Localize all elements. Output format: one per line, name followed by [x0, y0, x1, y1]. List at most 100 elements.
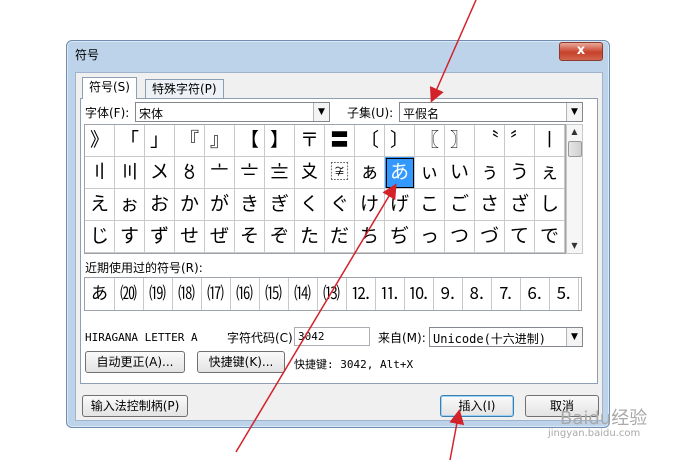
symbol-cell[interactable]: 〡 — [535, 125, 565, 157]
symbol-cell[interactable]: い — [445, 157, 475, 189]
symbol-cell[interactable]: ご — [445, 189, 475, 221]
symbol-cell[interactable]: て — [505, 221, 535, 253]
recent-symbol-cell[interactable]: ⒏ — [462, 278, 492, 310]
scroll-thumb[interactable] — [568, 141, 582, 157]
symbol-cell[interactable]: お — [145, 189, 175, 221]
symbol-cell-selected[interactable]: あ — [385, 157, 415, 189]
symbol-cell[interactable]: 〢 — [85, 157, 115, 189]
shortcut-key-button[interactable]: 快捷键(K)... — [197, 351, 285, 373]
chevron-down-icon[interactable]: ▼ — [566, 103, 582, 121]
symbol-cell[interactable]: ぎ — [265, 189, 295, 221]
symbol-cell[interactable]: 〖 — [415, 125, 445, 157]
subset-select[interactable]: 平假名 ▼ — [399, 102, 583, 122]
recent-symbol-cell[interactable]: ⒒ — [375, 278, 405, 310]
recent-symbol-cell[interactable]: ⒁ — [288, 278, 318, 310]
font-select[interactable]: 宋体 ▼ — [135, 102, 330, 122]
symbol-cell[interactable]: づ — [475, 221, 505, 253]
symbol-cell[interactable]: ず — [145, 221, 175, 253]
symbol-cell[interactable]: 〗 — [445, 125, 475, 157]
tab-symbols[interactable]: 符号(S) — [82, 77, 137, 99]
symbol-cell[interactable]: ざ — [505, 189, 535, 221]
symbol-cell[interactable]: 〧 — [235, 157, 265, 189]
recent-symbol-cell[interactable]: ⒌ — [549, 278, 579, 310]
symbol-cell[interactable]: 〩 — [295, 157, 325, 189]
symbol-cell[interactable]: 〒 — [295, 125, 325, 157]
symbol-cell[interactable]: 〕 — [385, 125, 415, 157]
symbol-cell[interactable]: が — [205, 189, 235, 221]
symbol-cell[interactable]: 〥 — [175, 157, 205, 189]
symbol-cell[interactable]: ぁ — [355, 157, 385, 189]
ime-control-button[interactable]: 输入法控制柄(P) — [82, 395, 188, 417]
symbol-cell[interactable]: 〣 — [115, 157, 145, 189]
scroll-up-icon[interactable]: ▲ — [567, 125, 582, 139]
chevron-down-icon[interactable]: ▼ — [313, 103, 329, 121]
recent-symbol-cell[interactable]: ⒇ — [114, 278, 144, 310]
char-code-input[interactable]: 3042 — [294, 327, 370, 346]
symbol-cell[interactable]: せ — [175, 221, 205, 253]
symbol-cell[interactable]: き — [235, 189, 265, 221]
recent-symbol-cell[interactable]: ⒐ — [433, 278, 463, 310]
symbol-cell[interactable]: そ — [235, 221, 265, 253]
symbol-cell[interactable]: ぅ — [475, 157, 505, 189]
symbol-cell[interactable]: ち — [355, 221, 385, 253]
symbol-cell[interactable]: 』 — [205, 125, 235, 157]
symbol-cell[interactable]: 〦 — [205, 157, 235, 189]
symbol-cell[interactable]: 〨 — [265, 157, 295, 189]
symbol-cell[interactable]: 〝 — [475, 125, 505, 157]
tab-special-characters[interactable]: 特殊字符(P) — [145, 79, 224, 98]
symbol-cell[interactable]: げ — [385, 189, 415, 221]
symbol-cell[interactable]: 〔 — [355, 125, 385, 157]
recent-symbol-cell[interactable]: ⒍ — [520, 278, 550, 310]
symbol-grid-scrollbar[interactable]: ▲ ▼ — [566, 124, 583, 254]
insert-button[interactable]: 插入(I) — [440, 395, 514, 417]
symbol-cell[interactable]: で — [535, 221, 565, 253]
symbol-cell[interactable]: ぞ — [265, 221, 295, 253]
symbol-cell[interactable]: ぇ — [535, 157, 565, 189]
symbol-cell[interactable]: 】 — [265, 125, 295, 157]
symbol-cell[interactable]: 〾 — [325, 157, 355, 189]
symbol-cell[interactable]: た — [295, 221, 325, 253]
from-select[interactable]: Unicode(十六进制) ▼ — [429, 327, 583, 347]
symbol-cell[interactable]: う — [505, 157, 535, 189]
symbol-cell[interactable]: さ — [475, 189, 505, 221]
recent-symbol-cell[interactable]: ⒂ — [259, 278, 289, 310]
symbol-cell[interactable]: ぢ — [385, 221, 415, 253]
dialog-title: 符号 — [75, 48, 100, 62]
symbol-cell[interactable]: 「 — [115, 125, 145, 157]
symbol-cell[interactable]: く — [295, 189, 325, 221]
close-button[interactable]: x — [559, 42, 603, 61]
recent-symbol-cell[interactable]: ⒄ — [201, 278, 231, 310]
symbol-cell[interactable]: ぐ — [325, 189, 355, 221]
symbol-cell[interactable]: だ — [325, 221, 355, 253]
symbol-cell[interactable]: ぜ — [205, 221, 235, 253]
symbol-cell[interactable]: ぉ — [115, 189, 145, 221]
symbol-cell[interactable]: え — [85, 189, 115, 221]
symbol-cell[interactable]: 」 — [145, 125, 175, 157]
symbol-cell[interactable]: 『 — [175, 125, 205, 157]
symbol-cell[interactable]: 〞 — [505, 125, 535, 157]
autocorrect-button[interactable]: 自动更正(A)... — [85, 351, 185, 373]
recent-symbol-cell[interactable]: あ — [85, 278, 115, 310]
recent-symbol-cell[interactable]: ⒎ — [491, 278, 521, 310]
symbol-cell[interactable]: 〤 — [145, 157, 175, 189]
scroll-down-icon[interactable]: ▼ — [567, 239, 582, 253]
recent-symbol-cell[interactable]: ⒆ — [143, 278, 173, 310]
recent-symbol-cell[interactable]: ⒀ — [317, 278, 347, 310]
recent-symbol-cell[interactable]: ⒑ — [404, 278, 434, 310]
recent-symbol-cell[interactable]: ⒃ — [230, 278, 260, 310]
symbol-cell[interactable]: け — [355, 189, 385, 221]
recent-symbol-cell[interactable]: ⒓ — [346, 278, 376, 310]
symbol-cell[interactable]: こ — [415, 189, 445, 221]
symbol-cell[interactable]: す — [115, 221, 145, 253]
recent-symbol-cell[interactable]: ⒅ — [172, 278, 202, 310]
symbol-cell[interactable]: し — [535, 189, 565, 221]
symbol-cell[interactable]: か — [175, 189, 205, 221]
symbol-cell[interactable]: 【 — [235, 125, 265, 157]
symbol-cell[interactable]: 》 — [85, 125, 115, 157]
symbol-cell[interactable]: っ — [415, 221, 445, 253]
symbol-cell[interactable]: つ — [445, 221, 475, 253]
chevron-down-icon[interactable]: ▼ — [566, 328, 582, 346]
symbol-cell[interactable]: じ — [85, 221, 115, 253]
symbol-cell[interactable]: ぃ — [415, 157, 445, 189]
symbol-cell[interactable]: 〓 — [325, 125, 355, 157]
